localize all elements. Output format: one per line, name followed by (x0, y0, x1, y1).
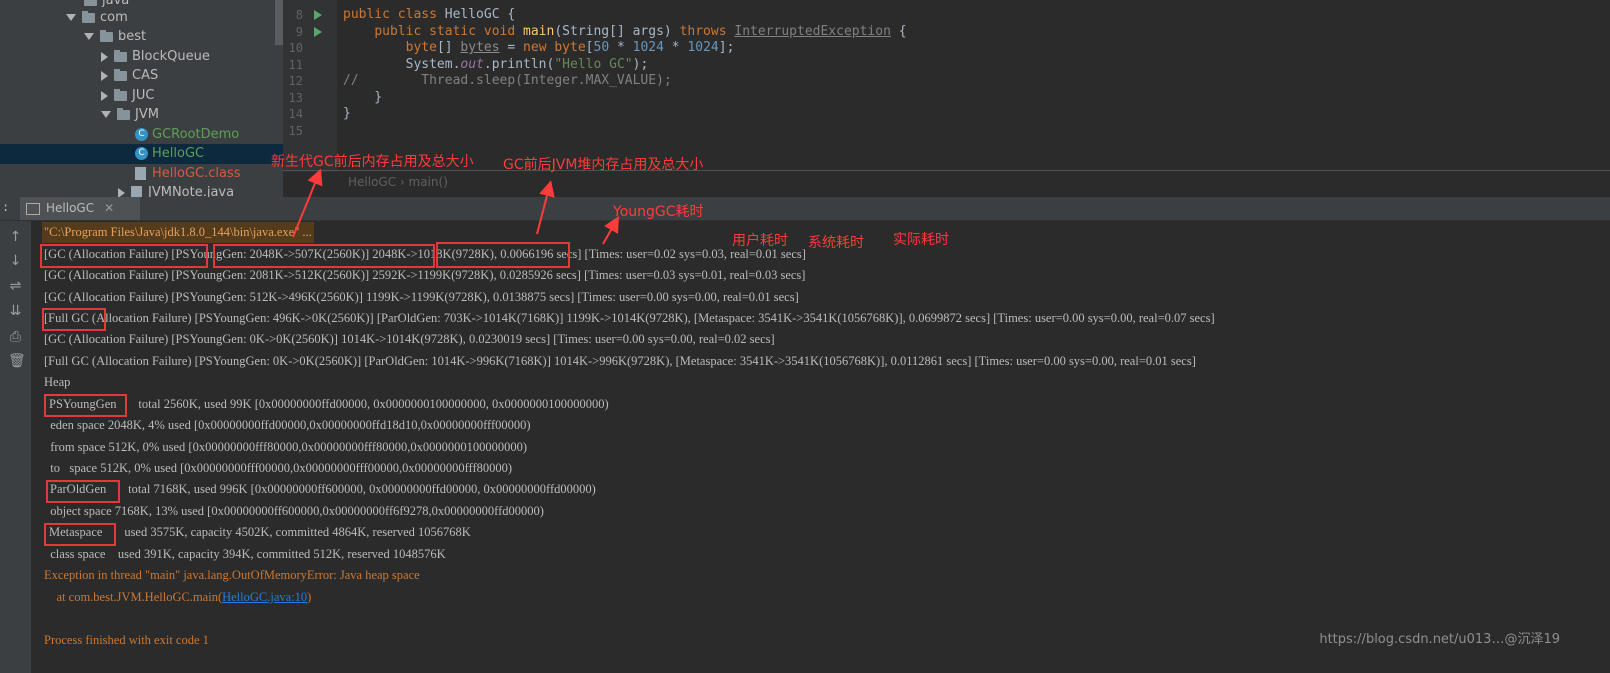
console-line: ParOldGen total 7168K, used 996K [0x0000… (50, 482, 596, 496)
line-number: 14 (288, 107, 303, 121)
code-line-9: public static void main(String[] args) t… (374, 23, 907, 39)
console-line: [GC (Allocation Failure) [PSYoungGen: 20… (44, 268, 806, 282)
print-icon[interactable]: ⎙ (8, 330, 23, 344)
annotation-young-time: YoungGC耗时 (613, 204, 704, 220)
soft-wrap-icon[interactable]: ⇌ (8, 279, 23, 293)
line-number: 9 (295, 24, 303, 39)
tree-item-com[interactable]: com (66, 8, 128, 28)
console-line: [Full GC (Allocation Failure) [PSYoungGe… (44, 354, 1196, 368)
line-number: 8 (295, 8, 303, 22)
console-command: "C:\Program Files\Java\jdk1.8.0_144\bin\… (42, 222, 314, 243)
project-tree: java com best BlockQueue CAS JUC JVM C GC… (0, 0, 283, 198)
tree-item-hellogc[interactable]: C HelloGC (0, 144, 283, 164)
folder-icon (114, 68, 127, 81)
annotation-user-time: 用户耗时 (732, 233, 788, 249)
annotation-sys-time: 系统耗时 (808, 235, 864, 251)
highlight-psyounggen (44, 394, 127, 417)
line-number: 13 (288, 90, 303, 105)
code-line-12: // Thread.sleep(Integer.MAX_VALUE); (343, 73, 672, 88)
trash-icon[interactable]: 🗑 (8, 354, 26, 368)
editor-divider (283, 170, 1610, 171)
annotation-young-gen: 新生代GC前后内存占用及总大小 (271, 154, 474, 170)
expand-arrow-icon[interactable] (66, 14, 76, 21)
folder-icon (84, 0, 97, 6)
console-line: [GC (Allocation Failure) [PSYoungGen: 0K… (44, 332, 775, 346)
console-line: from space 512K, 0% used [0x00000000fff8… (44, 440, 528, 454)
tree-item-gcrootdemo[interactable]: C GCRootDemo (135, 125, 239, 145)
code-line-13: } (343, 89, 383, 105)
class-icon: C (135, 128, 148, 141)
highlight-full-gc (42, 308, 106, 331)
scroll-to-end-icon[interactable]: ⇊ (8, 304, 23, 318)
code-editor[interactable]: 8 9 10 11 12 13 14 15 public class Hello… (283, 0, 1610, 172)
code-line-14: } (343, 106, 351, 121)
tree-item-hellogc-class[interactable]: HelloGC.class (135, 164, 241, 184)
collapse-arrow-icon[interactable] (101, 51, 108, 62)
line-number: 15 (288, 123, 303, 138)
highlight-metaspace (44, 523, 116, 546)
tree-scrollbar[interactable] (275, 0, 283, 45)
line-number: 11 (288, 57, 303, 72)
folder-icon (114, 49, 127, 62)
collapse-arrow-icon[interactable] (101, 70, 108, 81)
run-class-icon[interactable] (314, 10, 322, 20)
console-line: object space 7168K, 13% used [0x00000000… (44, 504, 544, 518)
arrow-up-icon[interactable]: ↑ (8, 230, 23, 244)
close-icon[interactable]: ✕ (104, 201, 114, 215)
folder-icon (82, 10, 95, 23)
folder-icon (100, 29, 113, 42)
annotation-real-time: 实际耗时 (893, 232, 949, 248)
tree-item-cas[interactable]: CAS (101, 66, 158, 86)
expand-arrow-icon[interactable] (101, 111, 111, 118)
panel-label-colon: : (2, 200, 10, 214)
console-line: [GC (Allocation Failure) [PSYoungGen: 51… (44, 290, 799, 304)
console-line: class space used 391K, capacity 394K, co… (44, 547, 446, 561)
run-config-icon (26, 202, 40, 215)
breadcrumb-method[interactable]: main() (409, 175, 448, 189)
code-line-8: public class HelloGC { (343, 7, 516, 22)
editor-gutter: 8 9 10 11 12 13 14 15 (283, 0, 337, 172)
tree-item-juc[interactable]: JUC (101, 86, 154, 106)
console-output[interactable]: "C:\Program Files\Java\jdk1.8.0_144\bin\… (31, 221, 1610, 673)
tree-item-blockqueue[interactable]: BlockQueue (101, 47, 210, 67)
console-line: PSYoungGen total 2560K, used 99K [0x0000… (49, 397, 609, 411)
exit-line: Process finished with exit code 1 (44, 633, 209, 647)
expand-arrow-icon[interactable] (84, 33, 94, 40)
console-line: eden space 2048K, 4% used [0x00000000ffd… (44, 418, 531, 432)
breadcrumb: HelloGC › main() (348, 175, 448, 189)
folder-icon (117, 107, 130, 120)
run-method-icon[interactable] (314, 27, 322, 37)
line-number: 12 (288, 74, 303, 88)
arrow-down-icon[interactable]: ↓ (8, 254, 23, 268)
highlight-gc-cause (40, 244, 208, 268)
code-line-10: byte[] bytes = new byte[50 * 1024 * 1024… (405, 40, 735, 55)
breadcrumb-class[interactable]: HelloGC (348, 175, 396, 189)
class-file-icon (135, 167, 146, 180)
highlight-paroldgen (46, 480, 120, 503)
stack-trace-line: at com.best.JVM.HelloGC.main(HelloGC.jav… (44, 590, 312, 604)
run-tab-bar: HelloGC ✕ (0, 197, 1610, 221)
console-line: to space 512K, 0% used [0x00000000fff000… (44, 461, 513, 475)
tree-item-best[interactable]: best (84, 27, 146, 47)
tree-item-jvmnote[interactable]: JVMNote.java (118, 183, 234, 198)
watermark: https://blog.csdn.net/u013…@沉泽19 (1319, 632, 1560, 647)
annotation-heap: GC前后JVM堆内存占用及总大小 (503, 157, 704, 173)
console-toolbar: ↑ ↓ ⇌ ⇊ ⎙ 🗑 (0, 221, 31, 673)
tree-item-jvm[interactable]: JVM (101, 105, 159, 125)
console-line: [Full GC (Allocation Failure) [PSYoungGe… (44, 311, 1215, 325)
exception-line: Exception in thread "main" java.lang.Out… (44, 568, 420, 582)
line-number: 10 (288, 41, 303, 55)
code-line-11: System.out.println("Hello GC"); (343, 56, 649, 72)
folder-icon (114, 88, 127, 101)
collapse-arrow-icon[interactable] (101, 90, 108, 101)
console-line: Heap (44, 375, 71, 389)
collapse-arrow-icon[interactable] (118, 187, 125, 198)
class-icon: C (135, 147, 148, 160)
tab-hellogc[interactable]: HelloGC ✕ (20, 197, 140, 220)
highlight-heap (436, 242, 570, 268)
highlight-young-gen (213, 244, 435, 268)
source-link[interactable]: HelloGC.java:10 (222, 590, 307, 604)
